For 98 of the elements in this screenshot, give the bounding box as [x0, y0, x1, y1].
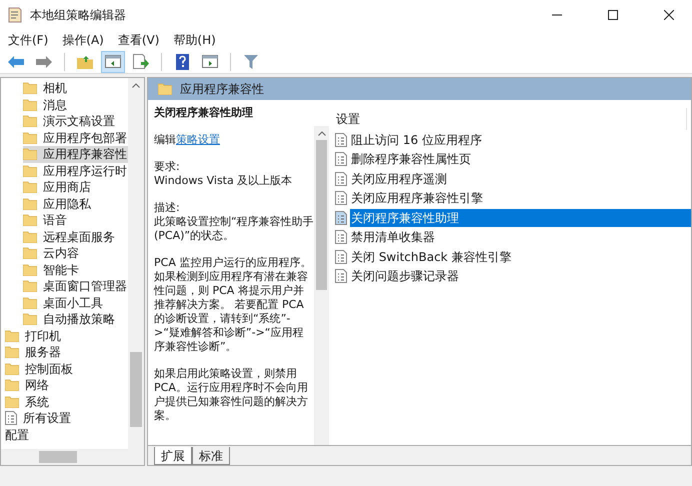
- description-paragraph: PCA 监控用户运行的应用程序。如果检测到应用程序有潜在兼容性问题，则 PCA 将提示用户并推荐解决方案。 若要配置 PCA 的诊断设置，请转到“系统”->“疑难解答和诊断”->“应用程序兼容性诊断”。: [154, 256, 312, 354]
- tree-item[interactable]: 桌面小工具: [23, 294, 107, 311]
- export-icon: [133, 54, 149, 69]
- folder-icon: [23, 264, 37, 276]
- tree-item[interactable]: 打印机: [5, 328, 65, 344]
- folder-icon: [23, 214, 37, 226]
- document-icon: [335, 132, 347, 147]
- scroll-thumb[interactable]: [130, 352, 142, 427]
- setting-item[interactable]: 关闭应用程序兼容性引擎: [350, 189, 691, 208]
- tree-item[interactable]: 语音: [23, 212, 71, 228]
- tree-item[interactable]: 服务器: [5, 344, 65, 360]
- tab[interactable]: 标准: [192, 447, 230, 465]
- description-label: 描述:: [154, 201, 181, 215]
- folder-icon: [23, 98, 37, 111]
- folder-icon: [23, 82, 37, 94]
- section-title: 应用程序兼容性: [180, 81, 264, 98]
- policy-title: 关闭程序兼容性助理: [154, 106, 254, 120]
- tree-item[interactable]: 应用程序兼容性: [23, 146, 128, 162]
- tree-item[interactable]: 配置: [5, 426, 33, 443]
- folder-icon: [23, 164, 37, 177]
- tree-item[interactable]: 控制面板: [5, 360, 77, 377]
- scroll-thumb[interactable]: [39, 451, 77, 463]
- folder-icon: [23, 280, 37, 292]
- folder-up-icon: [77, 54, 93, 68]
- tab[interactable]: 扩展: [154, 447, 192, 465]
- description-paragraph: 此策略设置控制“程序兼容性助手(PCA)”的状态。: [154, 215, 314, 243]
- document-icon: [335, 172, 347, 186]
- setting-item[interactable]: 禁用清单收集器: [350, 228, 691, 246]
- tree-item[interactable]: 云内容: [23, 245, 83, 262]
- setting-item[interactable]: 关闭 SwitchBack 兼容性引擎: [350, 248, 691, 266]
- folder-icon: [23, 198, 37, 210]
- folder-icon: [23, 115, 37, 128]
- tree-item[interactable]: 所有设置: [5, 410, 75, 426]
- help-icon: [176, 54, 188, 70]
- folder-icon: [5, 362, 19, 375]
- close-icon[interactable]: [664, 10, 674, 20]
- document-icon: [335, 210, 347, 225]
- menu-item[interactable]: 查看(V): [118, 31, 160, 49]
- horizontal-scrollbar[interactable]: [1, 449, 144, 465]
- folder-icon: [5, 346, 19, 358]
- back-arrow-icon: [8, 56, 24, 68]
- scrollbar[interactable]: [314, 126, 329, 445]
- folder-icon: [23, 132, 37, 144]
- pane-icon: [202, 55, 218, 68]
- tree-item[interactable]: 相机: [23, 80, 71, 96]
- tree-item[interactable]: 智能卡: [23, 262, 83, 278]
- folder-icon: [5, 330, 19, 342]
- document-icon: [335, 191, 347, 206]
- maximize-icon[interactable]: [608, 10, 618, 20]
- menu-item[interactable]: 帮助(H): [173, 31, 216, 49]
- document-icon: [335, 250, 347, 264]
- tree-item[interactable]: 演示文稿设置: [23, 113, 119, 130]
- setting-item[interactable]: 关闭应用程序遥测: [350, 170, 691, 188]
- tree-item[interactable]: 应用程序包部署: [23, 130, 128, 146]
- window-title: 本地组策略编辑器: [30, 7, 126, 24]
- document-icon: [335, 269, 347, 284]
- app-icon: [8, 7, 22, 23]
- requirements-label: 要求:: [154, 160, 181, 174]
- tree-item[interactable]: 应用程序运行时: [23, 162, 128, 179]
- folder-icon: [23, 313, 37, 326]
- folder-icon: [23, 230, 37, 243]
- filter-icon: [244, 54, 258, 68]
- document-icon: [5, 411, 17, 426]
- setting-item[interactable]: 删除程序兼容性属性页: [350, 150, 691, 168]
- tree-item[interactable]: 远程桌面服务: [23, 228, 119, 245]
- folder-icon: [23, 296, 37, 309]
- tree-item[interactable]: 应用隐私: [23, 196, 95, 212]
- menu-item[interactable]: 文件(F): [8, 31, 48, 49]
- setting-item[interactable]: 关闭程序兼容性助理: [350, 208, 691, 227]
- scroll-up-icon[interactable]: [318, 131, 326, 136]
- pane-icon: [105, 55, 121, 68]
- document-icon: [335, 152, 347, 166]
- tree-item[interactable]: 消息: [23, 96, 71, 113]
- scroll-up-icon[interactable]: [132, 83, 140, 88]
- edit-label: 编辑: [154, 133, 176, 146]
- folder-icon: [5, 379, 19, 392]
- folder-icon: [158, 83, 172, 95]
- folder-icon: [23, 181, 37, 194]
- document-icon: [335, 230, 347, 244]
- setting-item[interactable]: 关闭问题步骤记录器: [350, 267, 691, 286]
- policy-settings-link[interactable]: 策略设置: [176, 133, 220, 146]
- folder-icon: [23, 247, 37, 260]
- menu-item[interactable]: 操作(A): [62, 31, 104, 49]
- setting-item[interactable]: 阻止访问 16 位应用程序: [350, 130, 691, 149]
- tree-item[interactable]: 自动播放策略: [23, 311, 119, 328]
- folder-icon: [5, 396, 19, 408]
- toolbar-button[interactable]: [101, 50, 125, 72]
- scroll-thumb[interactable]: [316, 140, 327, 290]
- forward-arrow-icon: [36, 56, 52, 68]
- requirements-text: Windows Vista 及以上版本: [154, 174, 294, 188]
- description-paragraph: 如果启用此策略设置，则禁用 PCA。运行应用程序时不会向用户提供已知兼容性问题的解决方案。: [154, 367, 309, 423]
- scrollbar[interactable]: [128, 78, 144, 449]
- tree-item[interactable]: 网络: [5, 377, 53, 394]
- folder-icon: [23, 148, 37, 160]
- column-header[interactable]: 设置: [332, 108, 687, 130]
- tree-item[interactable]: 桌面窗口管理器: [23, 278, 128, 294]
- tree-item[interactable]: 系统: [5, 394, 53, 410]
- tree-item[interactable]: 应用商店: [23, 179, 95, 196]
